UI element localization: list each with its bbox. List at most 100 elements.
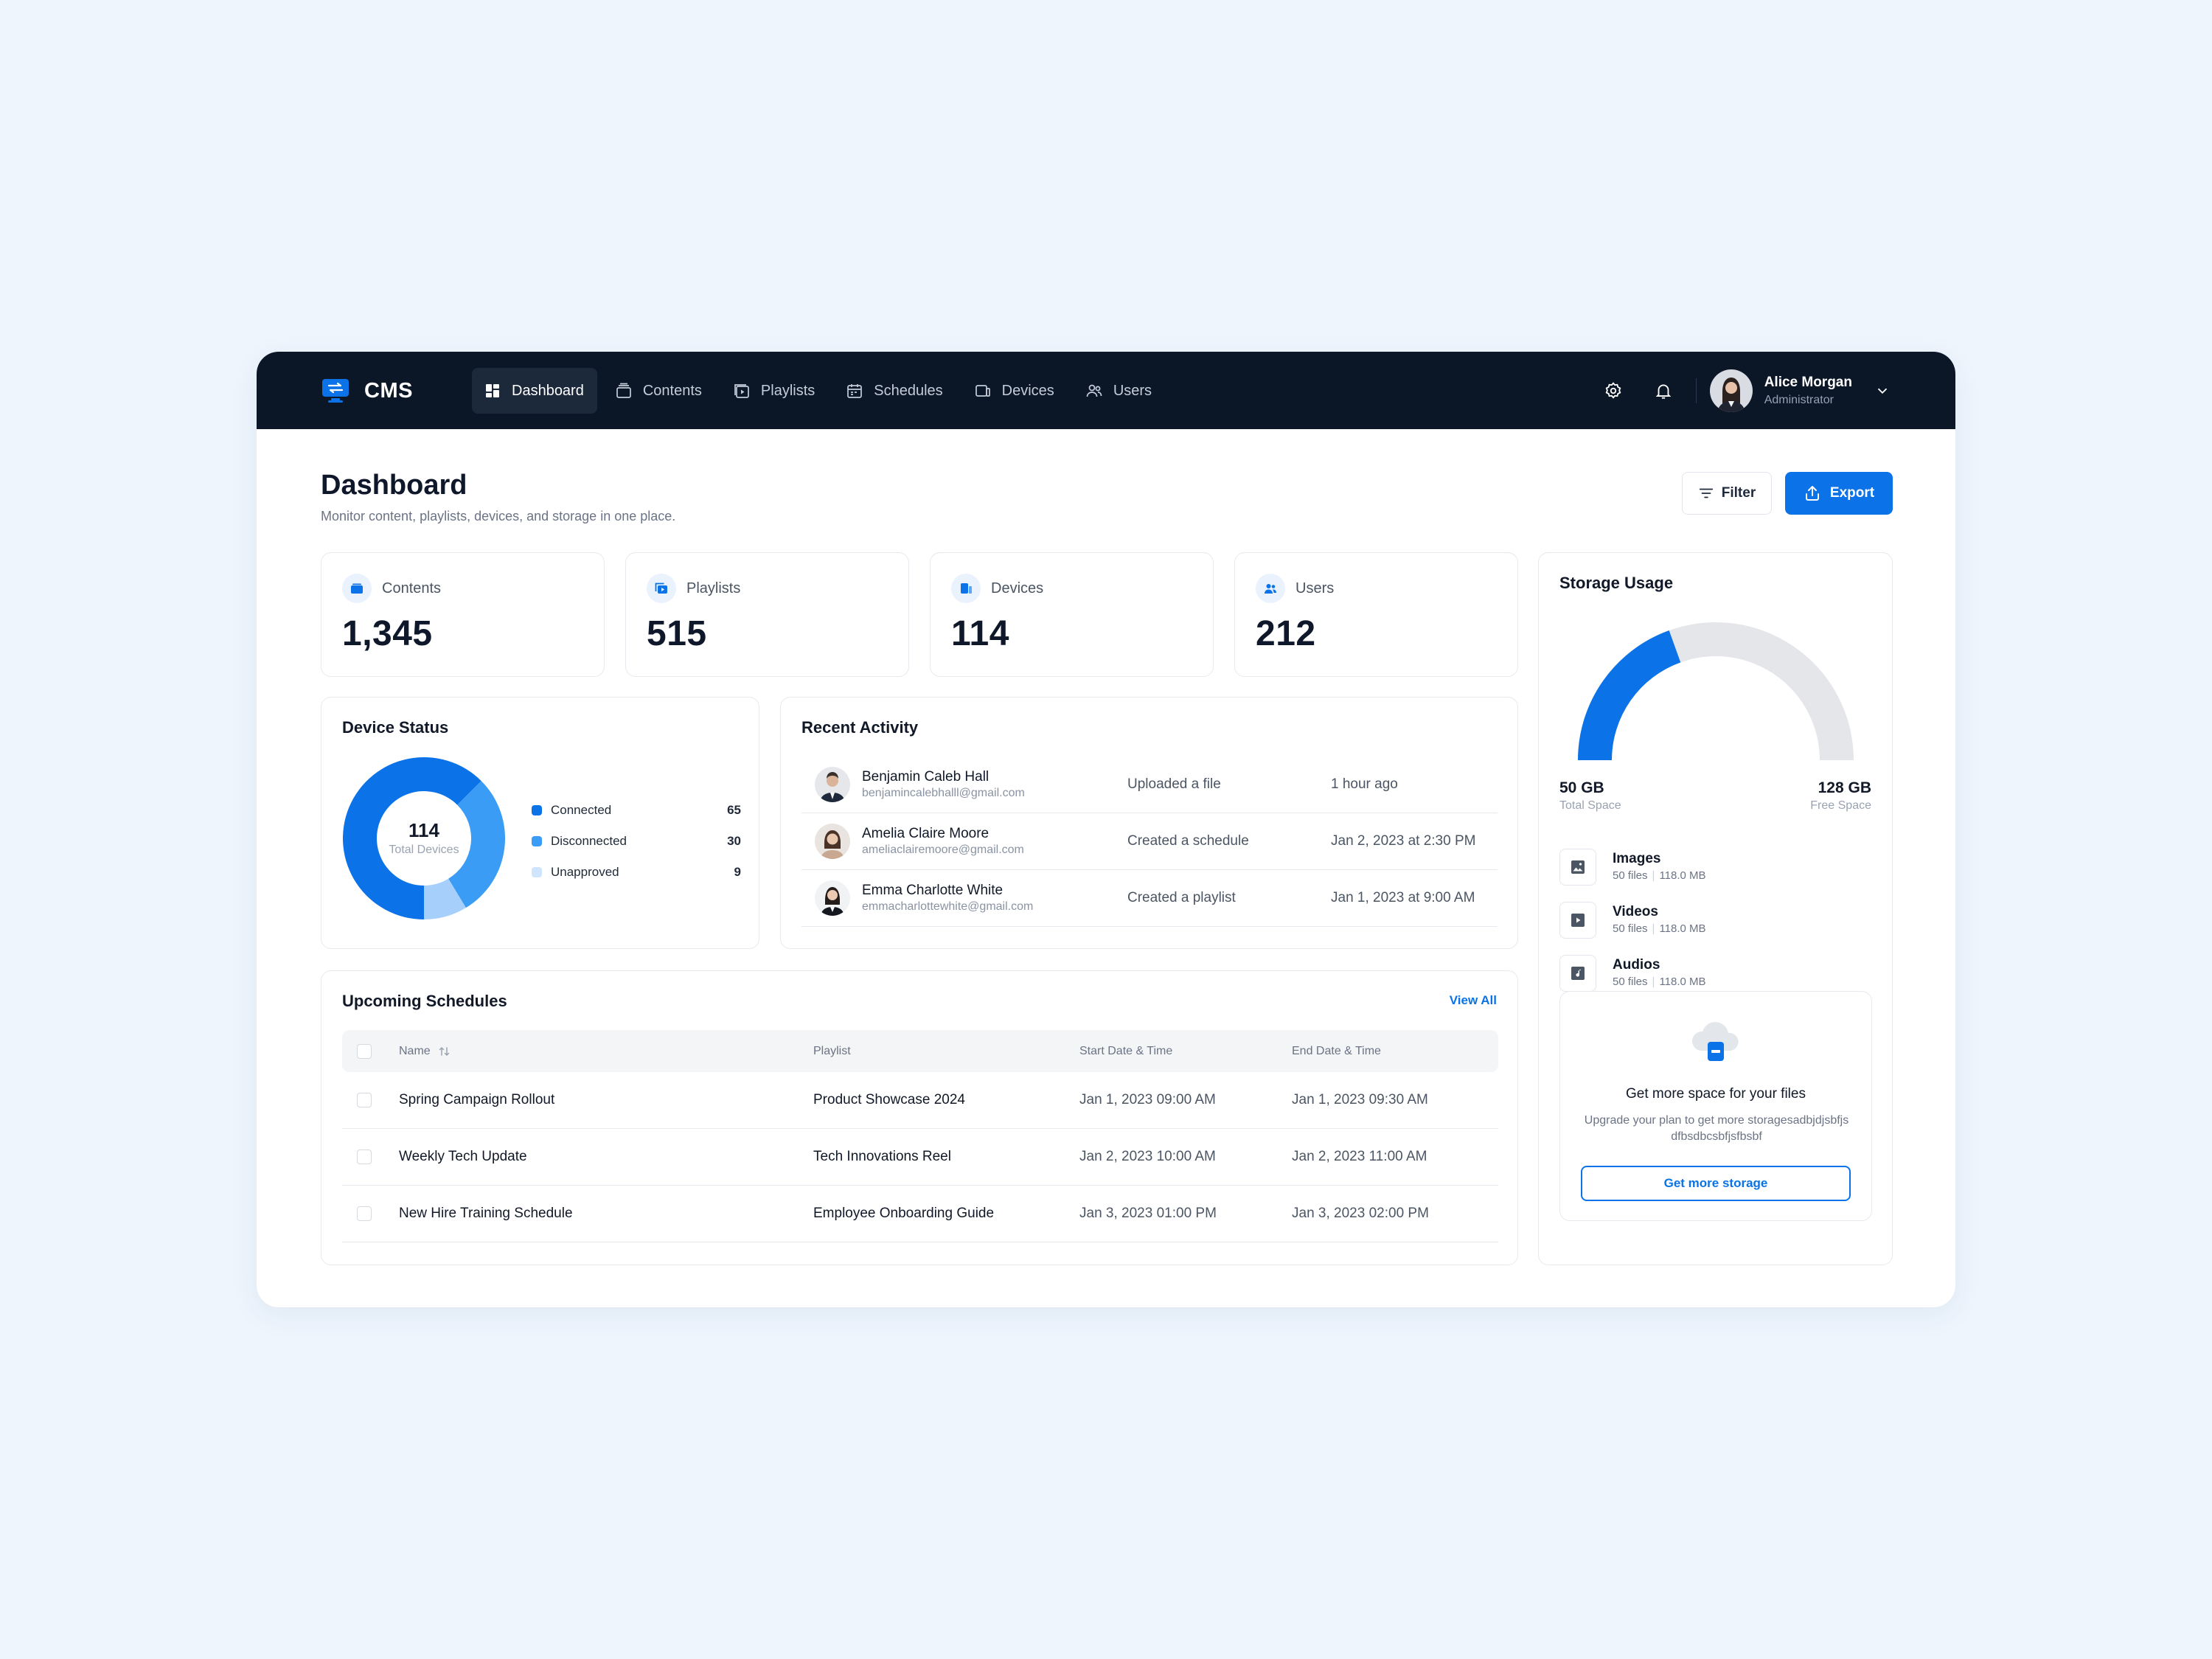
stat-card-users[interactable]: Users 212 (1234, 552, 1518, 677)
row-checkbox[interactable] (357, 1206, 372, 1221)
type-icon-wrap (1559, 849, 1596, 886)
nav-item-contents[interactable]: Contents (603, 368, 715, 414)
stat-header: Devices (951, 574, 1043, 603)
stat-icon-wrap (951, 574, 981, 603)
app-name: CMS (364, 378, 413, 403)
stat-card-contents[interactable]: Contents 1,345 (321, 552, 605, 677)
user-avatar-icon (815, 880, 850, 916)
row-checkbox[interactable] (357, 1093, 372, 1107)
table-row[interactable]: New Hire Training Schedule Employee Onbo… (342, 1186, 1498, 1242)
activity-action: Created a playlist (1127, 890, 1236, 905)
settings-button[interactable] (1597, 375, 1630, 407)
nav-item-playlists[interactable]: Playlists (721, 368, 828, 414)
filter-icon (1699, 488, 1713, 498)
user-info[interactable]: Alice Morgan Administrator (1764, 373, 1852, 408)
total-space-label: Total Space (1559, 799, 1621, 812)
nav-item-label: Contents (642, 382, 702, 399)
select-all-checkbox[interactable] (357, 1043, 372, 1059)
legend-item-connected: Connected 65 (532, 795, 741, 826)
folder-icon (351, 583, 363, 594)
upsell-subtitle: Upgrade your plan to get more storagesad… (1584, 1114, 1849, 1143)
type-size: 118.0 MB (1659, 922, 1706, 935)
type-meta: Images 50 files | 118.0 MB (1613, 850, 1706, 884)
avatar[interactable] (1709, 369, 1753, 412)
stat-value: 212 (1256, 614, 1316, 653)
legend-item-disconnected: Disconnected 30 (532, 826, 741, 857)
brand[interactable]: CMS (321, 377, 413, 405)
user-role: Administrator (1764, 394, 1834, 406)
export-button[interactable]: Export (1785, 472, 1893, 515)
upsell-title: Get more space for your files (1626, 1086, 1806, 1102)
gear-icon (1605, 382, 1621, 399)
column-header-end: End Date & Time (1292, 1044, 1381, 1057)
activity-time: Jan 2, 2023 at 2:30 PM (1331, 833, 1476, 849)
stat-header: Contents (342, 574, 441, 603)
playlist-icon (655, 582, 667, 594)
activity-user-email: emmacharlottewhite@gmail.com (862, 900, 1034, 913)
free-space-label: Free Space (1810, 799, 1871, 812)
cell-playlist: Product Showcase 2024 (813, 1092, 965, 1107)
table-row[interactable]: Spring Campaign Rollout Product Showcase… (342, 1072, 1498, 1129)
card-title: Device Status (342, 718, 449, 737)
video-icon (1571, 914, 1585, 927)
type-detail: 50 files | 118.0 MB (1613, 974, 1706, 990)
table-row[interactable]: Weekly Tech Update Tech Innovations Reel… (342, 1129, 1498, 1186)
activity-row[interactable]: Amelia Claire Moore ameliaclairemoore@gm… (801, 813, 1498, 870)
column-header-name[interactable]: Name (399, 1045, 451, 1058)
card-title: Storage Usage (1559, 574, 1674, 592)
activity-person: Benjamin Caleb Hall benjamincalebhalll@g… (862, 768, 1127, 801)
device-status-donut (343, 757, 505, 919)
legend-value: 9 (734, 865, 741, 879)
device-status-card: Device Status 114 Total Devices Connecte… (321, 697, 759, 949)
top-navigation-bar: CMS Dashboard Contents Playlists Schedul… (257, 352, 1955, 429)
nav-item-label: Playlists (760, 382, 815, 399)
row-checkbox[interactable] (357, 1150, 372, 1164)
type-meta: Videos 50 files | 118.0 MB (1613, 903, 1706, 937)
filter-button[interactable]: Filter (1682, 472, 1772, 515)
nav-item-label: Devices (1001, 382, 1054, 399)
separator: | (1652, 922, 1655, 935)
nav-item-users[interactable]: Users (1074, 368, 1165, 414)
activity-user-email: ameliaclairemoore@gmail.com (862, 844, 1024, 856)
export-icon (1805, 486, 1819, 501)
type-file-count: 50 files (1613, 975, 1648, 988)
cell-end: Jan 1, 2023 09:30 AM (1292, 1092, 1428, 1107)
activity-user-name: Benjamin Caleb Hall (862, 769, 990, 785)
storage-type-videos[interactable]: Videos 50 files | 118.0 MB (1559, 894, 1869, 947)
stat-header: Playlists (647, 574, 740, 603)
chevron-down-icon[interactable] (1874, 383, 1891, 399)
view-all-link[interactable]: View All (1450, 993, 1497, 1008)
cell-playlist: Tech Innovations Reel (813, 1149, 951, 1164)
legend-swatch (532, 805, 542, 815)
nav-item-schedules[interactable]: Schedules (834, 368, 956, 414)
top-right-controls: Alice Morgan Administrator (1579, 369, 1891, 412)
activity-list: Benjamin Caleb Hall benjamincalebhalll@g… (801, 757, 1498, 927)
cell-name: Spring Campaign Rollout (399, 1092, 555, 1107)
activity-person: Emma Charlotte White emmacharlottewhite@… (862, 882, 1127, 914)
app-window: CMS Dashboard Contents Playlists Schedul… (257, 352, 1955, 1307)
stat-card-devices[interactable]: Devices 114 (930, 552, 1214, 677)
cell-end: Jan 2, 2023 11:00 AM (1292, 1149, 1427, 1164)
divider (1695, 378, 1697, 403)
activity-row[interactable]: Emma Charlotte White emmacharlottewhite@… (801, 870, 1498, 927)
legend-value: 30 (727, 834, 741, 848)
cell-end: Jan 3, 2023 02:00 PM (1292, 1206, 1429, 1221)
stat-icon-wrap (1256, 574, 1285, 603)
notifications-button[interactable] (1647, 375, 1680, 407)
storage-type-images[interactable]: Images 50 files | 118.0 MB (1559, 841, 1869, 894)
legend-label: Unapproved (551, 865, 619, 879)
avatar (815, 880, 850, 916)
get-more-storage-button[interactable]: Get more storage (1581, 1166, 1851, 1201)
nav-item-devices[interactable]: Devices (962, 368, 1068, 414)
users-icon (1265, 584, 1276, 594)
cloud-storage-icon (1691, 1022, 1739, 1061)
nav-item-dashboard[interactable]: Dashboard (472, 368, 597, 414)
stat-icon-wrap (342, 574, 372, 603)
activity-time: 1 hour ago (1331, 776, 1398, 792)
gauge-used-arc (1578, 630, 1681, 761)
stat-card-playlists[interactable]: Playlists 515 (625, 552, 909, 677)
nav-item-label: Dashboard (512, 382, 584, 399)
cell-start: Jan 2, 2023 10:00 AM (1079, 1149, 1216, 1164)
stat-header: Users (1256, 574, 1334, 603)
activity-row[interactable]: Benjamin Caleb Hall benjamincalebhalll@g… (801, 757, 1498, 813)
